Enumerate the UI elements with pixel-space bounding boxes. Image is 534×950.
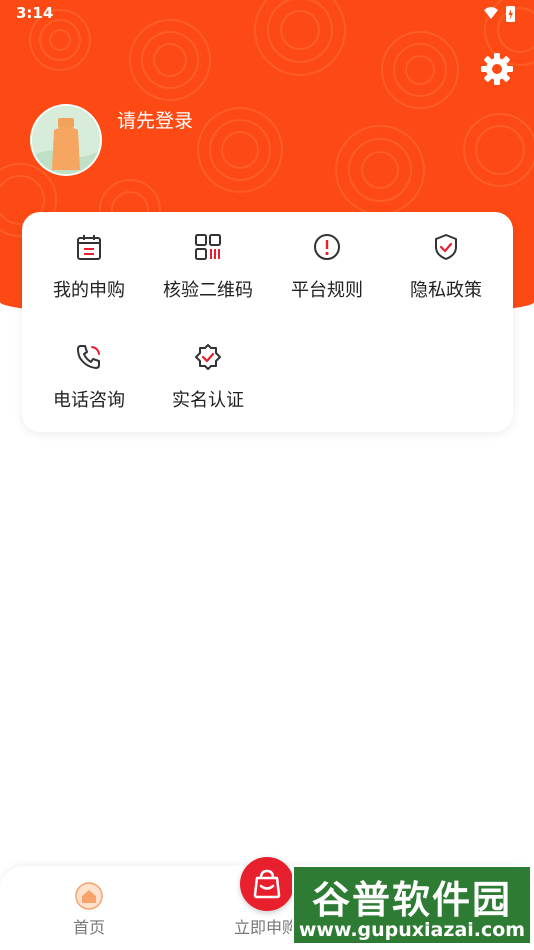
watermark-title: 谷普软件园 — [311, 878, 512, 922]
status-bar: 3:14 — [0, 0, 534, 28]
avatar[interactable] — [30, 104, 102, 176]
watermark-url: www.gupuxiazai.com — [298, 919, 526, 941]
qr-code-icon — [195, 234, 221, 260]
alert-circle-icon — [314, 234, 340, 260]
calendar-icon — [77, 235, 101, 260]
verified-badge-icon — [195, 344, 221, 370]
tab-home[interactable]: 首页 — [34, 866, 144, 950]
shield-check-icon — [435, 234, 457, 260]
menu-item-my-purchases[interactable]: 我的申购 — [30, 212, 148, 312]
menu-item-platform-rules[interactable]: 平台规则 — [268, 212, 386, 312]
menu-label: 隐私政策 — [410, 280, 482, 301]
status-time: 3:14 — [16, 4, 54, 22]
menu-item-real-name-auth[interactable]: 实名认证 — [149, 322, 267, 422]
avatar-bottle-image — [32, 106, 100, 174]
menu-label: 核验二维码 — [163, 280, 253, 301]
settings-gear-icon[interactable] — [479, 51, 515, 87]
wifi-icon — [484, 7, 498, 19]
tab-label: 首页 — [72, 918, 105, 937]
menu-label: 平台规则 — [291, 280, 363, 301]
menu-label: 实名认证 — [172, 390, 244, 411]
phone-icon — [77, 345, 100, 369]
status-icons — [484, 6, 515, 22]
menu-label: 我的申购 — [53, 280, 125, 301]
menu-item-phone-consult[interactable]: 电话咨询 — [30, 322, 148, 422]
purchase-fab-button[interactable] — [240, 857, 294, 911]
site-watermark: 谷普软件园 www.gupuxiazai.com — [292, 865, 532, 945]
login-prompt[interactable]: 请先登录 — [117, 106, 193, 133]
menu-item-privacy-policy[interactable]: 隐私政策 — [387, 212, 505, 312]
shopping-bag-icon — [253, 869, 281, 899]
menu-item-verify-qr[interactable]: 核验二维码 — [149, 212, 267, 312]
menu-label: 电话咨询 — [53, 390, 125, 411]
home-icon — [75, 882, 103, 910]
menu-card: 我的申购 核验二维码 平台规则 隐私政策 电话咨询 实名认证 — [22, 212, 513, 432]
